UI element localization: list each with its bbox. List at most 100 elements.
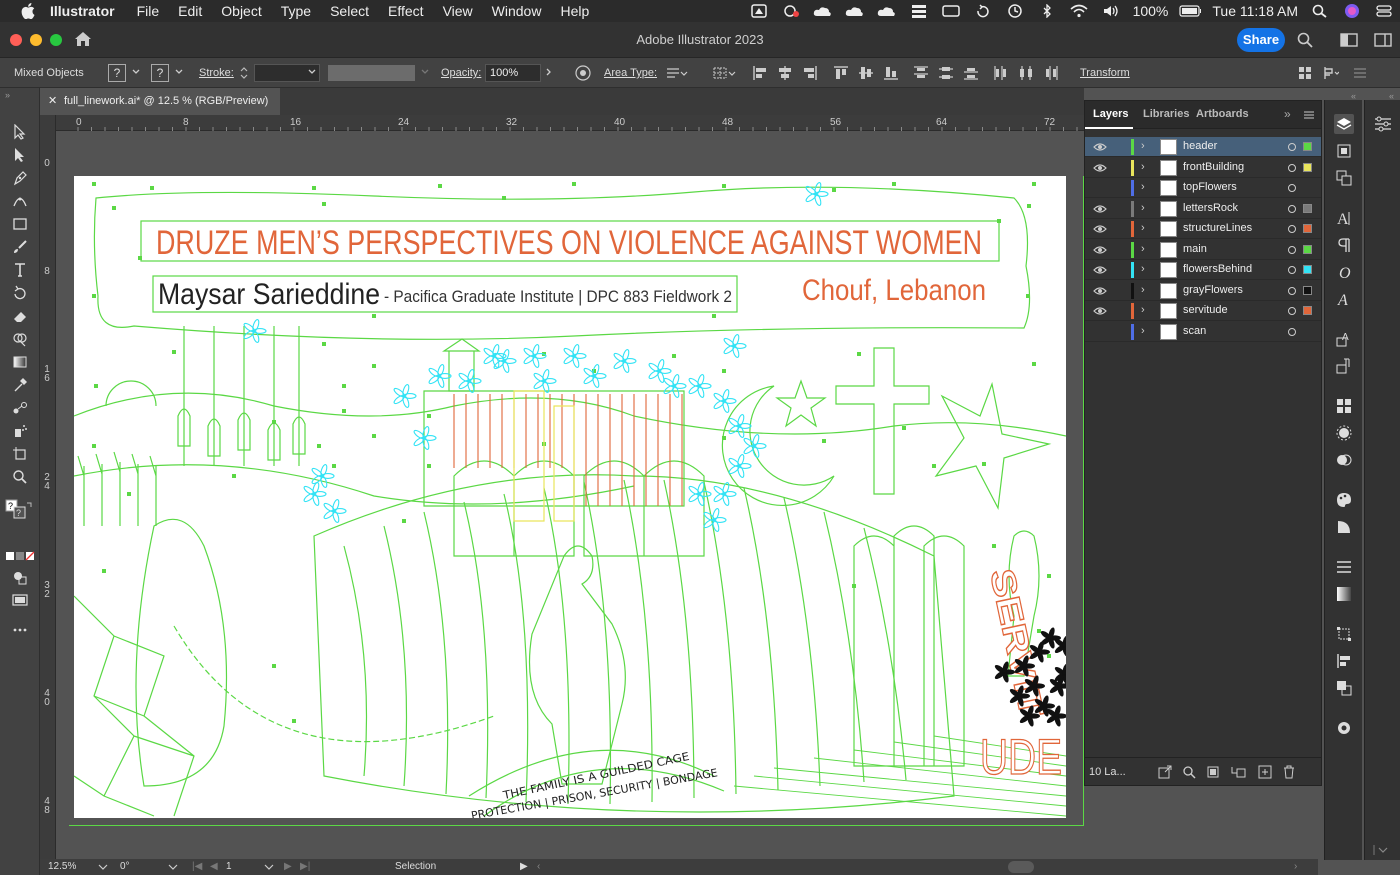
eyedropper-tool-icon[interactable] <box>9 375 31 395</box>
control-center-icon[interactable] <box>1373 4 1395 18</box>
layer-row[interactable]: › structureLines <box>1085 219 1321 239</box>
zoom-level[interactable]: 12.5% <box>48 861 76 872</box>
artboard-tool-icon[interactable] <box>9 444 31 464</box>
last-artboard-icon[interactable]: ▶| <box>300 861 310 872</box>
artboards-panel-icon[interactable] <box>1334 168 1354 188</box>
expand-layer-icon[interactable]: › <box>1141 284 1151 298</box>
delete-layer-icon[interactable] <box>1282 765 1296 779</box>
expand-tabs-icon[interactable]: » <box>1284 107 1291 121</box>
direct-selection-tool-icon[interactable] <box>9 145 31 165</box>
menu-app[interactable]: Illustrator <box>50 3 115 19</box>
chevron-down-icon[interactable] <box>307 67 317 77</box>
rotate-tool-icon[interactable] <box>9 283 31 303</box>
distribute-hcenter-icon[interactable] <box>1018 65 1034 81</box>
visibility-toggle[interactable] <box>1093 326 1107 338</box>
layer-row[interactable]: › flowersBehind <box>1085 260 1321 280</box>
rotate-view[interactable]: 0° <box>120 861 130 872</box>
close-tab-icon[interactable]: ✕ <box>48 88 57 115</box>
libraries-panel-icon[interactable] <box>1334 141 1354 161</box>
visibility-eye-icon[interactable] <box>1093 305 1107 317</box>
brushes-panel-icon[interactable] <box>1334 423 1354 443</box>
transform-panel-icon[interactable] <box>1334 624 1354 644</box>
layer-row[interactable]: › frontBuilding <box>1085 158 1321 178</box>
expand-layer-icon[interactable]: › <box>1141 140 1151 154</box>
prev-artboard-icon[interactable]: ◀ <box>210 861 218 872</box>
share-button[interactable]: Share <box>1237 28 1285 52</box>
visibility-toggle[interactable] <box>1093 182 1107 194</box>
recolor-artwork-icon[interactable] <box>575 65 591 81</box>
layer-name[interactable]: header <box>1183 140 1217 152</box>
layer-row[interactable]: › scan <box>1085 322 1321 342</box>
symbol-sprayer-tool-icon[interactable] <box>9 421 31 441</box>
chevron-down-icon[interactable] <box>264 863 274 871</box>
clock[interactable]: Tue 11:18 AM <box>1212 3 1298 19</box>
color-mode-icon[interactable] <box>5 550 35 565</box>
arrange-documents-icon[interactable] <box>1340 32 1358 51</box>
spotlight-icon[interactable] <box>1309 4 1331 18</box>
grid-options-icon[interactable] <box>712 65 736 81</box>
zoom-tool-icon[interactable] <box>9 467 31 487</box>
layer-selection-indicator[interactable] <box>1303 244 1312 254</box>
layer-target-icon[interactable] <box>1288 225 1296 233</box>
refresh-icon[interactable] <box>972 4 994 18</box>
menu-file[interactable]: File <box>137 3 160 19</box>
layer-name[interactable]: structureLines <box>1183 222 1252 234</box>
align-top-icon[interactable] <box>833 65 849 81</box>
distribute-bottom-icon[interactable] <box>963 65 979 81</box>
align-right-icon[interactable] <box>802 65 818 81</box>
opacity-input[interactable]: 100% <box>485 64 541 82</box>
align-center-icon[interactable] <box>777 65 793 81</box>
glyphs-panel-icon[interactable]: A <box>1334 289 1354 309</box>
align-bottom-icon[interactable] <box>883 65 899 81</box>
type-tool-icon[interactable] <box>9 260 31 280</box>
layer-name[interactable]: grayFlowers <box>1183 284 1243 296</box>
screen-icon[interactable] <box>940 4 962 18</box>
menu-effect[interactable]: Effect <box>388 3 424 19</box>
status-menu-icon[interactable]: ▶ <box>520 861 528 872</box>
sync-icon[interactable] <box>780 4 802 18</box>
layer-name[interactable]: flowersBehind <box>1183 263 1252 275</box>
chevron-down-icon[interactable] <box>98 863 108 871</box>
visibility-eye-icon[interactable] <box>1093 203 1107 215</box>
document-tab[interactable]: ✕ full_linework.ai* @ 12.5 % (RGB/Previe… <box>40 88 280 115</box>
appearance-panel-icon[interactable] <box>1334 718 1354 738</box>
align-middle-icon[interactable] <box>858 65 874 81</box>
gradient-panel-icon[interactable] <box>1334 584 1354 604</box>
chevron-right-icon[interactable] <box>544 67 554 77</box>
expand-layer-icon[interactable]: › <box>1141 222 1151 236</box>
stroke-label[interactable]: Stroke: <box>199 67 234 79</box>
visibility-eye-icon[interactable] <box>1093 264 1107 276</box>
cloud-icon[interactable] <box>844 4 866 18</box>
visibility-eye-icon[interactable] <box>1093 141 1107 153</box>
layer-row[interactable]: › lettersRock <box>1085 199 1321 219</box>
area-type-label[interactable]: Area Type: <box>604 67 657 79</box>
blend-tool-icon[interactable] <box>9 398 31 418</box>
layer-target-icon[interactable] <box>1288 163 1296 172</box>
vertical-ruler[interactable]: 0 8 1 6 2 4 3 2 4 0 4 8 <box>40 115 56 859</box>
export-icon[interactable] <box>1158 765 1172 779</box>
menu-view[interactable]: View <box>443 3 473 19</box>
stroke-panel-icon[interactable] <box>1334 557 1354 577</box>
distribute-center-icon[interactable] <box>938 65 954 81</box>
chevron-down-icon[interactable] <box>1377 845 1389 855</box>
menu-type[interactable]: Type <box>281 3 311 19</box>
transform-link[interactable]: Transform <box>1080 67 1130 79</box>
menu-help[interactable]: Help <box>560 3 589 19</box>
menu-select[interactable]: Select <box>330 3 369 19</box>
battery-icon[interactable] <box>1179 4 1202 18</box>
expand-layer-icon[interactable]: › <box>1141 263 1151 277</box>
workspace-switcher-icon[interactable] <box>1374 32 1392 51</box>
layer-target-icon[interactable] <box>1288 143 1296 151</box>
distribute-left-icon[interactable] <box>993 65 1009 81</box>
artboard-number[interactable]: 1 <box>226 861 232 872</box>
layer-selection-indicator[interactable] <box>1303 224 1312 233</box>
variable-width-profile[interactable] <box>328 65 415 81</box>
align-left-icon[interactable] <box>752 65 768 81</box>
stroke-swatch[interactable]: ? <box>151 64 169 82</box>
layer-row[interactable]: › grayFlowers <box>1085 281 1321 301</box>
expand-layer-icon[interactable]: › <box>1141 202 1151 216</box>
chevron-down-icon[interactable] <box>420 67 430 77</box>
siri-icon[interactable] <box>1341 4 1363 18</box>
layers-panel-icon[interactable] <box>1334 114 1354 134</box>
scroll-left-icon[interactable]: ‹ <box>537 861 540 872</box>
